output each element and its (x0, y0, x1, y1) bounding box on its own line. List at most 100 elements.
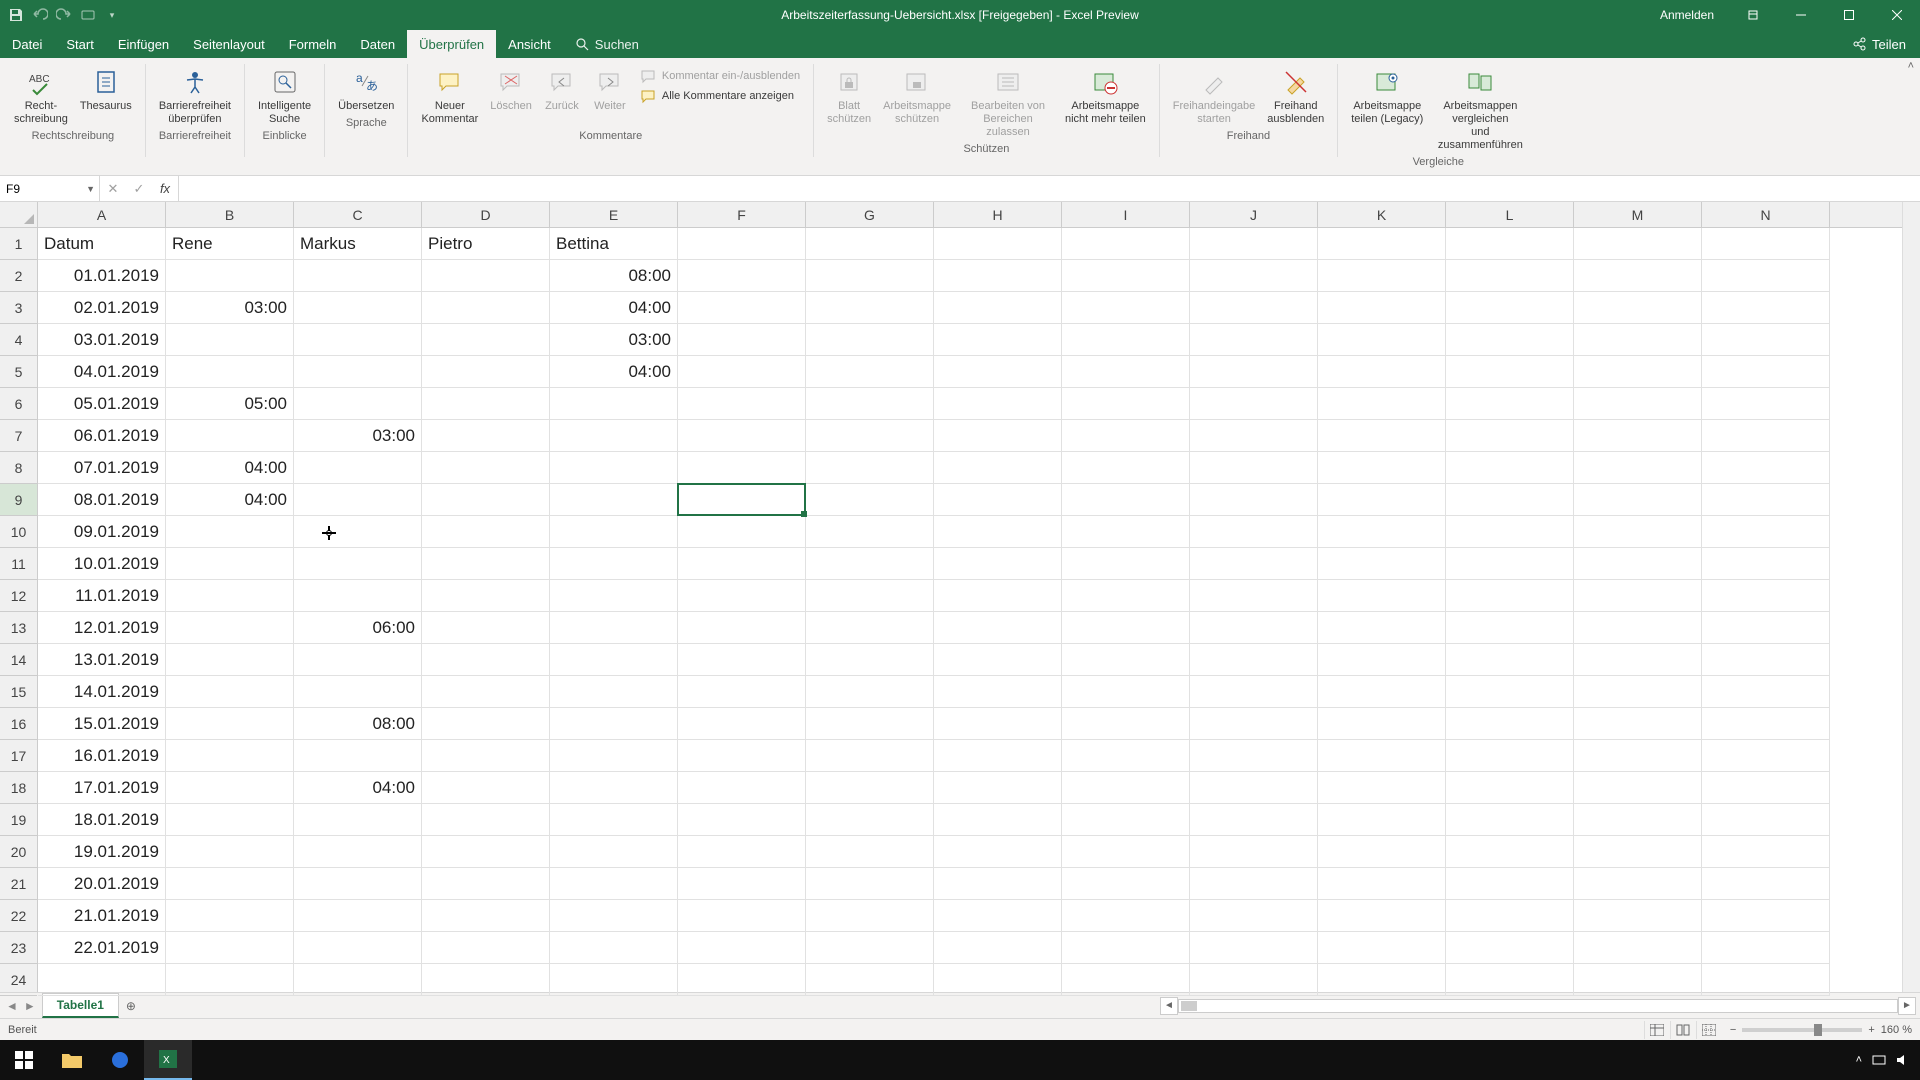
cell[interactable] (1318, 580, 1446, 612)
cell[interactable] (550, 836, 678, 868)
cell[interactable] (1446, 740, 1574, 772)
cell[interactable] (1574, 708, 1702, 740)
cell[interactable] (550, 548, 678, 580)
cell[interactable] (1702, 932, 1830, 964)
save-icon[interactable] (8, 7, 24, 23)
cell[interactable] (806, 612, 934, 644)
cell[interactable] (1702, 324, 1830, 356)
cell[interactable]: 20.01.2019 (38, 868, 166, 900)
row-header[interactable]: 23 (0, 932, 37, 964)
cell[interactable] (806, 260, 934, 292)
minimize-button[interactable] (1778, 0, 1824, 30)
cell[interactable] (806, 644, 934, 676)
cell[interactable] (678, 900, 806, 932)
cell[interactable] (1446, 964, 1574, 996)
cell[interactable] (678, 932, 806, 964)
cell[interactable] (806, 868, 934, 900)
cell[interactable]: 04:00 (550, 356, 678, 388)
ribbon-display-icon[interactable] (1730, 0, 1776, 30)
cell[interactable] (678, 324, 806, 356)
cell[interactable] (678, 548, 806, 580)
tab-ansicht[interactable]: Ansicht (496, 30, 563, 58)
cell[interactable] (1190, 612, 1318, 644)
cell[interactable] (1190, 836, 1318, 868)
cell[interactable]: Markus (294, 228, 422, 260)
chevron-right-icon[interactable]: ► (24, 999, 36, 1013)
cell[interactable] (1318, 228, 1446, 260)
cell[interactable] (166, 324, 294, 356)
cell[interactable] (806, 452, 934, 484)
cell[interactable] (1190, 548, 1318, 580)
maximize-button[interactable] (1826, 0, 1872, 30)
cell[interactable] (1574, 292, 1702, 324)
cell[interactable] (166, 260, 294, 292)
cell[interactable] (1318, 356, 1446, 388)
file-explorer-icon[interactable] (48, 1040, 96, 1080)
cell[interactable] (934, 548, 1062, 580)
column-header[interactable]: H (934, 202, 1062, 227)
cell[interactable] (294, 484, 422, 516)
cell[interactable] (1574, 740, 1702, 772)
cell[interactable] (294, 388, 422, 420)
cell[interactable] (1318, 772, 1446, 804)
row-header[interactable]: 9 (0, 484, 37, 516)
cell[interactable] (294, 548, 422, 580)
row-header[interactable]: 4 (0, 324, 37, 356)
cell[interactable] (1190, 452, 1318, 484)
cell[interactable] (1062, 644, 1190, 676)
cell[interactable] (678, 228, 806, 260)
cell[interactable] (422, 292, 550, 324)
thesaurus-button[interactable]: Thesaurus (74, 60, 138, 115)
cell[interactable]: 07.01.2019 (38, 452, 166, 484)
cell[interactable] (934, 356, 1062, 388)
cell[interactable] (1062, 964, 1190, 996)
cell[interactable] (1574, 644, 1702, 676)
cell[interactable] (1190, 228, 1318, 260)
cell[interactable] (1062, 260, 1190, 292)
cell[interactable] (1062, 900, 1190, 932)
cell[interactable]: 08:00 (550, 260, 678, 292)
cell[interactable] (806, 964, 934, 996)
cell[interactable]: 04:00 (294, 772, 422, 804)
cell[interactable] (294, 740, 422, 772)
cell[interactable] (934, 900, 1062, 932)
cell[interactable] (1062, 676, 1190, 708)
compare-merge-button[interactable]: Arbeitsmappen vergleichen und zusammenfü… (1429, 60, 1531, 154)
cell[interactable] (422, 868, 550, 900)
cell[interactable] (1190, 868, 1318, 900)
cell[interactable] (1446, 388, 1574, 420)
cell[interactable] (678, 708, 806, 740)
cell[interactable] (1318, 676, 1446, 708)
cell[interactable] (166, 868, 294, 900)
cell[interactable] (166, 836, 294, 868)
cell[interactable] (38, 964, 166, 996)
cell[interactable] (1318, 292, 1446, 324)
cell[interactable] (1702, 964, 1830, 996)
cell[interactable] (1702, 292, 1830, 324)
cell[interactable] (1190, 900, 1318, 932)
cell[interactable]: 03:00 (294, 420, 422, 452)
cell[interactable] (806, 420, 934, 452)
edge-icon[interactable] (96, 1040, 144, 1080)
cell[interactable] (1574, 228, 1702, 260)
cell[interactable] (422, 772, 550, 804)
zoom-value[interactable]: 160 % (1881, 1024, 1912, 1036)
column-header[interactable]: M (1574, 202, 1702, 227)
cell[interactable] (1190, 676, 1318, 708)
row-header[interactable]: 13 (0, 612, 37, 644)
cell[interactable] (1574, 548, 1702, 580)
page-break-view-icon[interactable] (1696, 1021, 1722, 1039)
cell[interactable] (1318, 644, 1446, 676)
cell[interactable] (934, 932, 1062, 964)
cell[interactable]: 12.01.2019 (38, 612, 166, 644)
network-icon[interactable] (1872, 1054, 1886, 1066)
cell[interactable] (166, 644, 294, 676)
cell[interactable] (550, 772, 678, 804)
spellcheck-button[interactable]: ABCRecht- schreibung (8, 60, 74, 128)
cell[interactable] (294, 324, 422, 356)
cell[interactable] (678, 260, 806, 292)
zoom-slider[interactable] (1742, 1028, 1862, 1032)
cell[interactable] (806, 836, 934, 868)
cell[interactable]: Pietro (422, 228, 550, 260)
cell[interactable] (1318, 900, 1446, 932)
